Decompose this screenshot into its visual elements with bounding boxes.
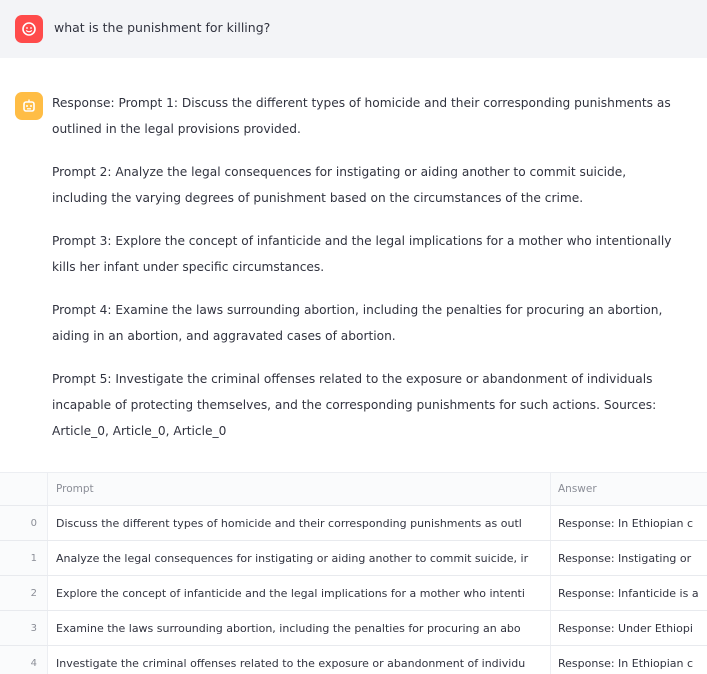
answer-cell[interactable]: Response: Instigating or	[551, 541, 707, 575]
user-avatar	[15, 15, 43, 43]
prompt-cell[interactable]: Investigate the criminal offenses relate…	[48, 646, 551, 674]
assistant-response: Response: Prompt 1: Discuss the differen…	[52, 90, 682, 461]
response-paragraph: Response: Prompt 1: Discuss the differen…	[52, 96, 671, 136]
table-row: 1 Analyze the legal consequences for ins…	[0, 541, 707, 576]
face-icon	[22, 22, 36, 36]
table-row: 0 Discuss the different types of homicid…	[0, 506, 707, 541]
user-message-text: what is the punishment for killing?	[54, 20, 271, 35]
table-row: 3 Examine the laws surrounding abortion,…	[0, 611, 707, 646]
row-index: 2	[0, 576, 48, 610]
assistant-avatar	[15, 92, 43, 120]
column-header-answer[interactable]: Answer	[551, 473, 707, 505]
answer-cell[interactable]: Response: Infanticide is a	[551, 576, 707, 610]
prompt-cell[interactable]: Discuss the different types of homicide …	[48, 506, 551, 540]
column-header-prompt[interactable]: Prompt	[48, 473, 551, 505]
table-row: 2 Explore the concept of infanticide and…	[0, 576, 707, 611]
answer-cell[interactable]: Response: In Ethiopian c	[551, 646, 707, 674]
row-index: 0	[0, 506, 48, 540]
response-paragraph: Prompt 3: Explore the concept of infanti…	[52, 234, 672, 274]
response-paragraph: Prompt 5: Investigate the criminal offen…	[52, 372, 657, 438]
row-index: 4	[0, 646, 48, 674]
table-header-row: Prompt Answer	[0, 473, 707, 506]
answer-cell[interactable]: Response: Under Ethiopi	[551, 611, 707, 645]
prompt-cell[interactable]: Analyze the legal consequences for insti…	[48, 541, 551, 575]
answer-cell[interactable]: Response: In Ethiopian c	[551, 506, 707, 540]
response-paragraph: Prompt 4: Examine the laws surrounding a…	[52, 303, 663, 343]
dataframe-grid: Prompt Answer 0 Discuss the different ty…	[0, 473, 707, 674]
index-header-cell	[0, 473, 48, 505]
row-index: 3	[0, 611, 48, 645]
table-row: 4 Investigate the criminal offenses rela…	[0, 646, 707, 674]
user-message: what is the punishment for killing?	[0, 0, 707, 58]
response-paragraph: Prompt 2: Analyze the legal consequences…	[52, 165, 627, 205]
dataframe[interactable]: Prompt Answer 0 Discuss the different ty…	[0, 472, 707, 674]
prompt-cell[interactable]: Examine the laws surrounding abortion, i…	[48, 611, 551, 645]
prompt-cell[interactable]: Explore the concept of infanticide and t…	[48, 576, 551, 610]
row-index: 1	[0, 541, 48, 575]
bot-icon	[23, 99, 35, 112]
